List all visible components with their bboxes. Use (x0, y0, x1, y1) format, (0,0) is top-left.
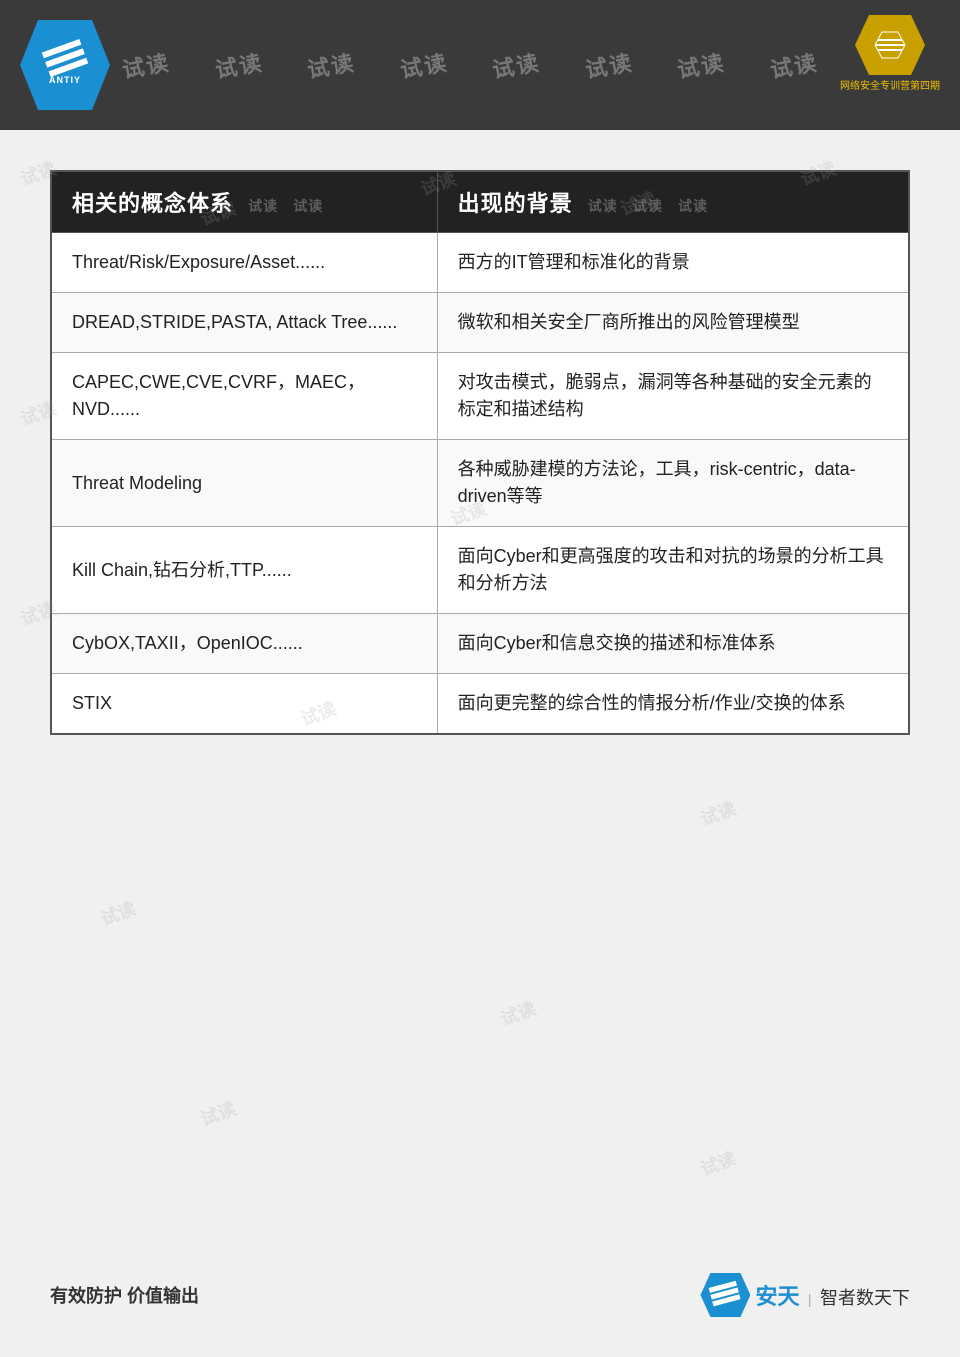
watermark-10: 试读 (697, 795, 740, 832)
th-wm-4: 试读 (633, 198, 663, 214)
header-wm-4: 试读 (397, 45, 450, 85)
col-header-left: 相关的概念体系 试读 试读 (51, 171, 437, 233)
watermark-13: 试读 (197, 1095, 240, 1132)
table-row: DREAD,STRIDE,PASTA, Attack Tree......微软和… (51, 293, 909, 353)
header-wm-6: 试读 (582, 45, 635, 85)
footer-slogan: 有效防护 价值输出 (50, 1282, 199, 1308)
table-row: Threat Modeling各种威胁建模的方法论，工具，risk-centri… (51, 440, 909, 527)
th-wm-1: 试读 (248, 198, 278, 214)
table-cell-left-1: DREAD,STRIDE,PASTA, Attack Tree...... (51, 293, 437, 353)
table-cell-right-2: 对攻击模式，脆弱点，漏洞等各种基础的安全元素的标定和描述结构 (437, 353, 909, 440)
header-right-hex (855, 15, 925, 75)
table-cell-left-5: CybOX,TAXII，OpenIOC...... (51, 614, 437, 674)
table-row: STIX面向更完整的综合性的情报分析/作业/交换的体系 (51, 674, 909, 735)
table-row: Threat/Risk/Exposure/Asset......西方的IT管理和… (51, 233, 909, 293)
table-cell-right-4: 面向Cyber和更高强度的攻击和对抗的场景的分析工具和分析方法 (437, 527, 909, 614)
concept-table: 相关的概念体系 试读 试读 出现的背景 试读 试读 试读 Threat/Risk… (50, 170, 910, 735)
header-wm-7: 试读 (675, 45, 728, 85)
table-cell-right-3: 各种威胁建模的方法论，工具，risk-centric，data-driven等等 (437, 440, 909, 527)
header-wm-2: 试读 (212, 45, 265, 85)
table-cell-left-2: CAPEC,CWE,CVE,CVRF，MAEC，NVD...... (51, 353, 437, 440)
table-cell-left-3: Threat Modeling (51, 440, 437, 527)
watermark-11: 试读 (97, 895, 140, 932)
main-content: 相关的概念体系 试读 试读 出现的背景 试读 试读 试读 Threat/Risk… (0, 130, 960, 765)
header-watermarks: 试读 试读 试读 试读 试读 试读 试读 试读 (100, 0, 840, 130)
footer-logo-hex (700, 1273, 750, 1317)
footer: 有效防护 价值输出 安天 | 智者数天下 (0, 1273, 960, 1317)
watermark-12: 试读 (497, 995, 540, 1032)
table-row: CAPEC,CWE,CVE,CVRF，MAEC，NVD......对攻击模式，脆… (51, 353, 909, 440)
col1-header-text: 相关的概念体系 (72, 191, 233, 216)
table-cell-right-6: 面向更完整的综合性的情报分析/作业/交换的体系 (437, 674, 909, 735)
header-right-logo-area: 网络安全专训营第四期 (840, 15, 940, 92)
logo-stripes (42, 39, 88, 77)
logo-label: ANTIY (49, 75, 81, 85)
footer-brand-name: 安天 (755, 1284, 799, 1309)
logo: ANTIY (20, 20, 110, 110)
col2-header-text: 出现的背景 (458, 191, 573, 216)
col-header-right: 出现的背景 试读 试读 试读 (437, 171, 909, 233)
footer-brand-subtitle: 智者数天下 (820, 1288, 910, 1308)
header-wm-5: 试读 (490, 45, 543, 85)
footer-divider: | (808, 1291, 812, 1307)
th-wm-2: 试读 (293, 198, 323, 214)
header-wm-1: 试读 (120, 45, 173, 85)
table-cell-left-0: Threat/Risk/Exposure/Asset...... (51, 233, 437, 293)
footer-brand-area: 安天 | 智者数天下 (700, 1273, 910, 1317)
table-row: CybOX,TAXII，OpenIOC......面向Cyber和信息交换的描述… (51, 614, 909, 674)
header-right-caption: 网络安全专训营第四期 (840, 77, 940, 92)
footer-brand-text-container: 安天 | 智者数天下 (755, 1279, 910, 1311)
header-wm-8: 试读 (767, 45, 820, 85)
table-cell-right-5: 面向Cyber和信息交换的描述和标准体系 (437, 614, 909, 674)
table-row: Kill Chain,钻石分析,TTP......面向Cyber和更高强度的攻击… (51, 527, 909, 614)
table-cell-left-4: Kill Chain,钻石分析,TTP...... (51, 527, 437, 614)
header-wm-3: 试读 (305, 45, 358, 85)
header: ANTIY 试读 试读 试读 试读 试读 试读 试读 试读 网络安全专训营第四期 (0, 0, 960, 130)
footer-logo-inner (709, 1281, 742, 1309)
table-cell-right-1: 微软和相关安全厂商所推出的风险管理模型 (437, 293, 909, 353)
th-wm-5: 试读 (678, 198, 708, 214)
th-wm-3: 试读 (588, 198, 618, 214)
table-cell-right-0: 西方的IT管理和标准化的背景 (437, 233, 909, 293)
table-cell-left-6: STIX (51, 674, 437, 735)
watermark-14: 试读 (697, 1145, 740, 1182)
